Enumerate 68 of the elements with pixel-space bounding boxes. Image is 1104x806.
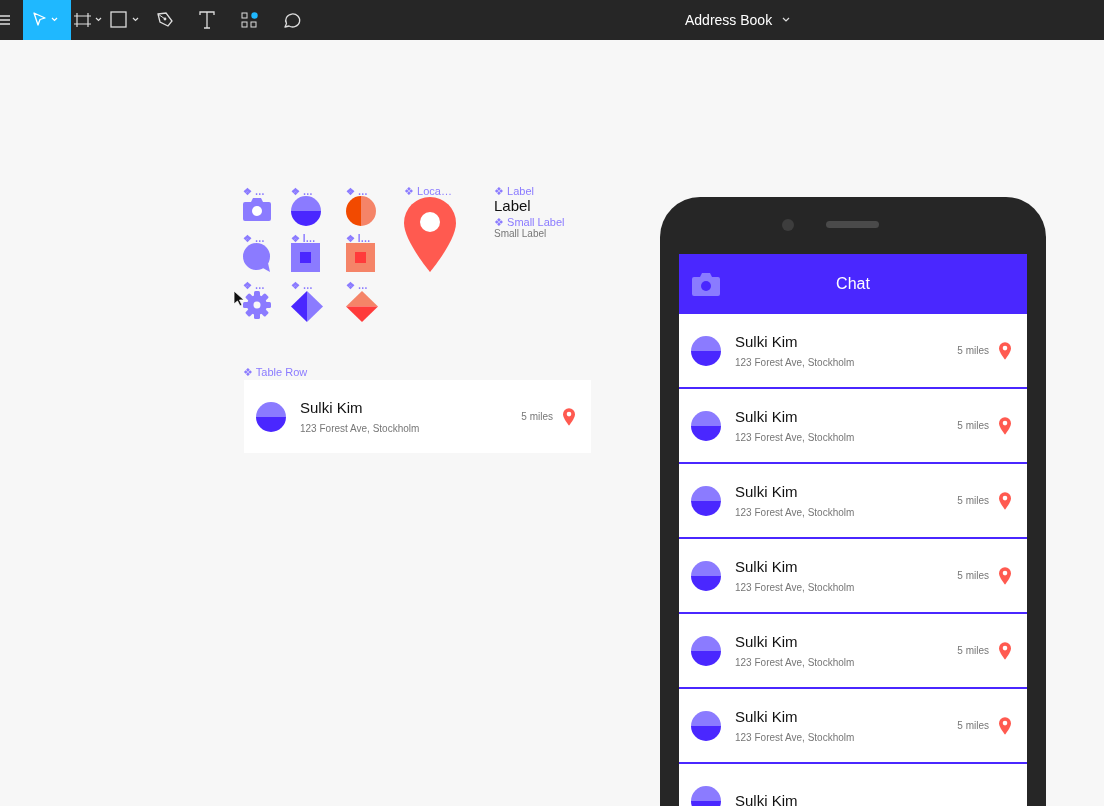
- gear-icon: [243, 291, 271, 319]
- distance-text: 5 miles: [957, 569, 989, 583]
- component-label: ❖ …: [243, 279, 265, 293]
- component-label: ❖ Small Label: [494, 215, 565, 229]
- location-pin-icon: [999, 416, 1011, 435]
- contact-name: Sulki Kim: [735, 631, 799, 652]
- avatar-icon: [691, 485, 721, 516]
- location-pin-icon: [563, 407, 575, 426]
- avatar-icon: [691, 635, 721, 666]
- distance-text: 5 miles: [957, 719, 989, 733]
- contact-name: Sulki Kim: [735, 331, 799, 352]
- component-label: ❖ I…: [291, 232, 316, 246]
- component-label: ❖ …: [346, 185, 368, 199]
- contact-name: Sulki Kim: [300, 397, 364, 418]
- label-text: Label: [494, 198, 531, 213]
- document-title[interactable]: Address Book: [685, 0, 791, 40]
- label-text: Small Label: [494, 228, 547, 240]
- diamond-icon: [346, 291, 378, 322]
- distance-text: 5 miles: [957, 644, 989, 658]
- contact-address: 123 Forest Ave, Stockholm: [735, 580, 856, 595]
- contact-address: 123 Forest Ave, Stockholm: [300, 421, 421, 436]
- contact-address: 123 Forest Ave, Stockholm: [735, 505, 856, 520]
- split-circle-icon: [346, 196, 376, 226]
- location-pin-icon: [999, 566, 1011, 585]
- camera-icon: [243, 196, 271, 222]
- distance-text: 5 miles: [957, 344, 989, 358]
- component-label: ❖ I…: [346, 232, 371, 246]
- avatar-icon: [691, 335, 721, 366]
- half-circle-icon: [291, 196, 321, 226]
- component-label: ❖ …: [291, 279, 313, 293]
- component-label: ❖ Label: [494, 184, 534, 199]
- contact-address: 123 Forest Ave, Stockholm: [735, 655, 856, 670]
- component-label: ❖ …: [243, 232, 265, 246]
- avatar-icon: [691, 560, 721, 591]
- avatar-icon: [691, 785, 721, 806]
- location-pin-icon: [999, 641, 1011, 660]
- contact-address: 123 Forest Ave, Stockholm: [735, 355, 856, 370]
- camera-icon: [692, 271, 720, 297]
- square-icon: [291, 243, 320, 272]
- component-label: ❖ …: [243, 185, 265, 199]
- distance-text: 5 miles: [521, 410, 553, 424]
- location-pin-icon: [999, 716, 1011, 735]
- contact-name: Sulki Kim: [735, 481, 799, 502]
- component-label: ❖ …: [291, 185, 313, 199]
- distance-text: 5 miles: [957, 419, 989, 433]
- chat-bubble-icon: [243, 243, 271, 272]
- header-title: Chat: [835, 274, 871, 294]
- contact-address: 123 Forest Ave, Stockholm: [735, 430, 856, 445]
- avatar-icon: [256, 401, 286, 432]
- location-pin-icon: [404, 197, 456, 272]
- cursor-icon: [233, 290, 245, 307]
- square-icon: [346, 243, 375, 272]
- avatar-icon: [691, 710, 721, 741]
- distance-text: 5 miles: [957, 494, 989, 508]
- contact-name: Sulki Kim: [735, 556, 799, 577]
- avatar-icon: [691, 410, 721, 441]
- component-label: ❖ Loca…: [404, 184, 452, 199]
- location-pin-icon: [999, 491, 1011, 510]
- location-pin-icon: [999, 341, 1011, 360]
- diamond-icon: [291, 291, 323, 322]
- phone-speaker: [826, 221, 879, 228]
- component-label: ❖ Table Row: [243, 365, 308, 380]
- contact-name: Sulki Kim: [735, 406, 799, 427]
- component-label: ❖ …: [346, 279, 368, 293]
- contact-name: Sulki Kim: [735, 706, 799, 727]
- caret-icon: [782, 17, 791, 23]
- contact-address: 123 Forest Ave, Stockholm: [735, 730, 856, 745]
- contact-name: Sulki Kim: [735, 790, 799, 806]
